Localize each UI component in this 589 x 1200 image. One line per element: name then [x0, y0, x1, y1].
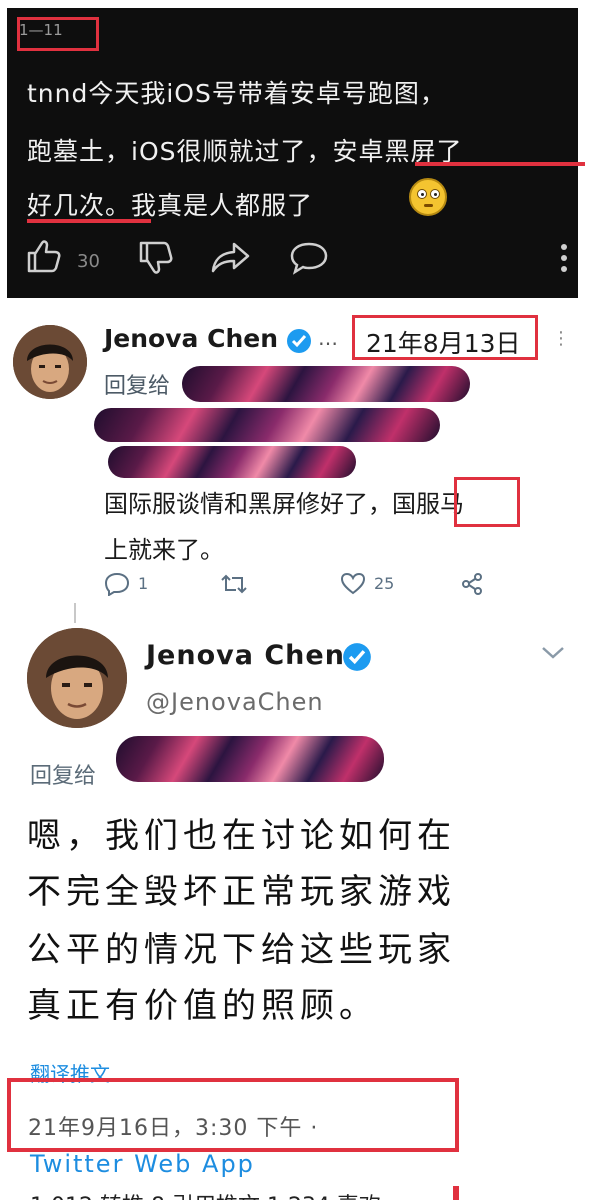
more-vertical-icon[interactable]	[559, 242, 569, 274]
avatar[interactable]	[13, 325, 87, 399]
user-handle[interactable]: @JenovaChen	[146, 688, 324, 716]
comment-line-3: 好几次。我真是人都服了	[27, 191, 314, 220]
comment-line-2: 跑墓土，iOS很顺就过了，安卓黑屏了	[27, 137, 463, 166]
comment-line-1: tnnd今天我iOS号带着安卓号跑图，	[27, 79, 446, 108]
tweet-stats-cutoff: 1,012 转推 8 引用推文 1,234 喜欢	[30, 1188, 450, 1200]
thread-connector	[74, 603, 76, 623]
share-icon[interactable]	[460, 572, 484, 596]
highlight-box-fragment	[453, 1186, 459, 1200]
red-underline-1	[415, 162, 585, 166]
tweet-text-line-3: 公平的情况下给这些玩家	[27, 930, 456, 970]
flushed-face-icon	[409, 178, 447, 216]
redaction-scribble	[108, 446, 356, 478]
thumbs-up-icon[interactable]	[24, 236, 64, 276]
avatar[interactable]	[27, 628, 127, 728]
highlight-box-floor	[17, 17, 99, 51]
chevron-down-icon[interactable]	[540, 644, 566, 662]
verified-badge-icon	[343, 643, 371, 671]
highlight-box-date	[352, 315, 538, 360]
tweet-text-line-2: 上就来了。	[104, 536, 224, 564]
reply-count: 1	[138, 574, 149, 593]
source-app-link[interactable]: Twitter Web App	[30, 1150, 255, 1178]
tweet-text-line-4: 真正有价值的照顾。	[27, 986, 378, 1026]
display-name[interactable]: Jenova Chen	[146, 640, 345, 671]
red-underline-2	[27, 219, 151, 223]
more-vertical-icon[interactable]: ⋮	[552, 328, 570, 349]
verified-badge-icon	[287, 329, 311, 353]
highlight-box-guofu	[454, 477, 520, 527]
comment-card: 1—11 tnnd今天我iOS号带着安卓号跑图， 跑墓土，iOS很顺就过了，安卓…	[7, 8, 585, 298]
redaction-scribble	[182, 366, 470, 402]
heart-icon[interactable]	[340, 572, 366, 596]
reply-icon[interactable]	[104, 572, 130, 596]
like-count: 30	[77, 251, 100, 272]
highlight-box-timestamp	[7, 1078, 459, 1152]
tweet-text-line-2: 不完全毁坏正常玩家游戏	[27, 872, 456, 912]
tweet-text-line-1: 国际服谈情和黑屏修好了，国服马	[104, 490, 464, 518]
thumbs-down-icon[interactable]	[135, 238, 175, 278]
name-truncation: …	[318, 326, 338, 350]
like-count: 25	[374, 574, 395, 593]
reply-to-label: 回复给	[30, 764, 97, 789]
redaction-scribble	[94, 408, 440, 442]
tweet-text-line-1: 嗯，我们也在讨论如何在	[27, 816, 456, 856]
display-name[interactable]: Jenova Chen	[104, 324, 278, 353]
comment-bubble-icon[interactable]	[289, 240, 329, 276]
retweet-icon[interactable]	[220, 572, 248, 596]
redaction-scribble	[116, 736, 384, 782]
reply-to-label: 回复给	[104, 374, 171, 399]
share-icon[interactable]	[210, 240, 252, 276]
